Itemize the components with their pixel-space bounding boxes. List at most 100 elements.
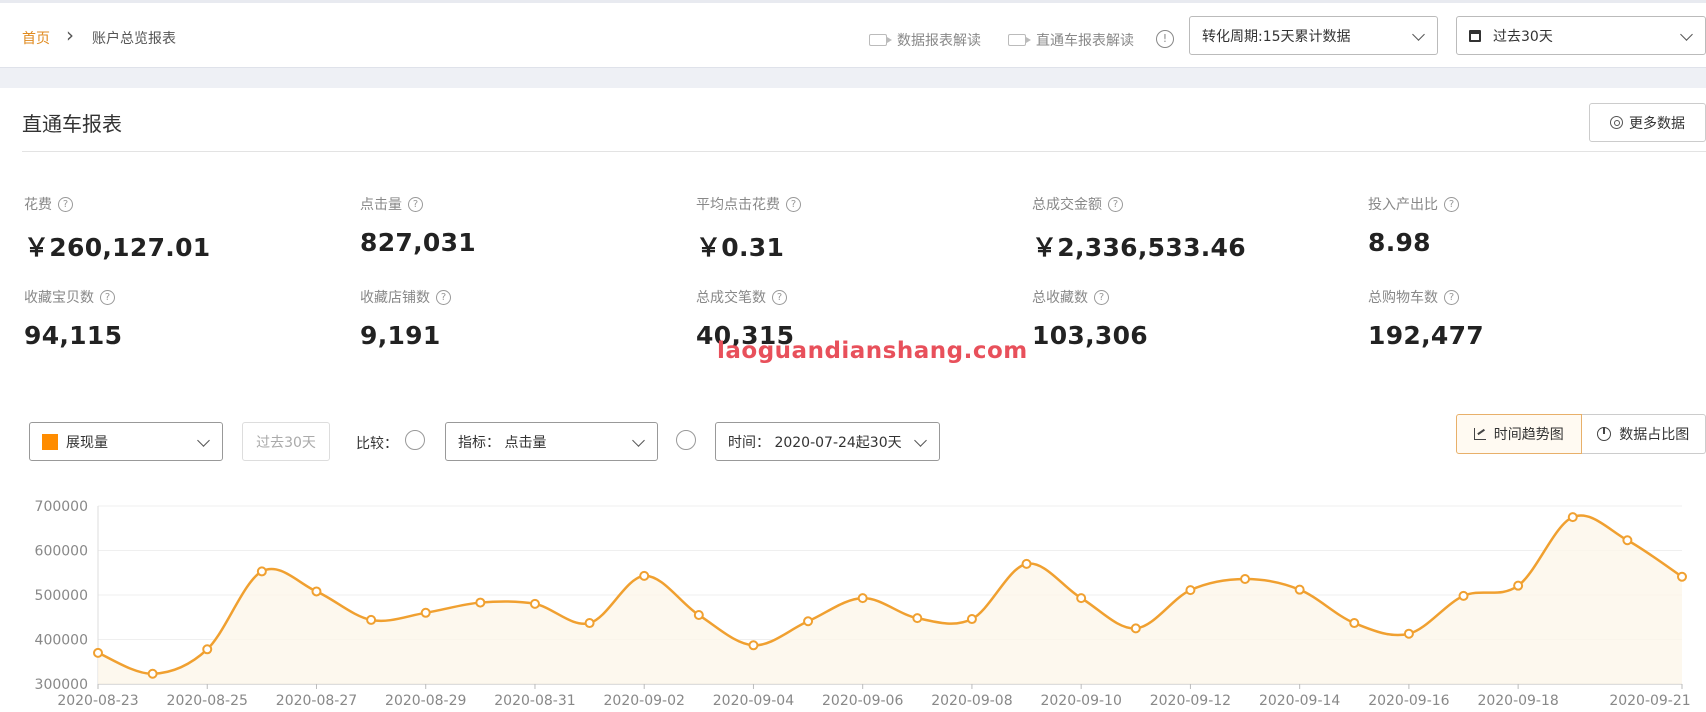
time-select[interactable]: 时间： 2020-07-24起30天 bbox=[715, 422, 940, 461]
data-point bbox=[1240, 573, 1251, 584]
help-icon[interactable]: ? bbox=[436, 289, 451, 305]
indicator-select[interactable]: 指标： 点击量 bbox=[445, 422, 658, 461]
metric-select[interactable]: 展现量 bbox=[29, 422, 223, 461]
compare-metric-radio[interactable] bbox=[405, 430, 425, 450]
tab-data-share[interactable]: 数据占比图 bbox=[1581, 414, 1706, 454]
conversion-period-select[interactable]: 转化周期:15天累计数据 bbox=[1189, 16, 1438, 55]
x-tick-label: 2020-09-21 bbox=[1609, 693, 1690, 709]
y-tick-label: 700000 bbox=[35, 499, 88, 515]
x-tick-label: 2020-09-04 bbox=[713, 693, 794, 709]
metric-label: 总购物车数 bbox=[1368, 290, 1438, 306]
x-tick-label: 2020-09-18 bbox=[1477, 693, 1558, 709]
data-point bbox=[912, 613, 923, 624]
y-tick-label: 600000 bbox=[35, 544, 88, 560]
data-point bbox=[639, 570, 650, 581]
chevron-down-icon bbox=[1412, 28, 1425, 41]
data-point bbox=[366, 614, 377, 625]
data-point bbox=[93, 647, 103, 658]
help-icon[interactable]: ? bbox=[100, 289, 115, 305]
x-tick-label: 2020-08-27 bbox=[276, 693, 357, 709]
help-icon[interactable]: ? bbox=[58, 196, 73, 212]
time-select-value: 时间： 2020-07-24起30天 bbox=[728, 434, 902, 451]
calendar-icon bbox=[1469, 29, 1481, 42]
data-point bbox=[1021, 558, 1032, 569]
indicator-select-value: 指标： 点击量 bbox=[458, 434, 547, 451]
help-icon[interactable]: ? bbox=[408, 196, 423, 212]
compare-time-radio[interactable] bbox=[676, 430, 696, 450]
metric-label: 花费 bbox=[24, 197, 52, 213]
metric-value: 192,477 bbox=[1368, 321, 1484, 350]
data-point bbox=[1294, 584, 1305, 595]
data-point bbox=[748, 640, 759, 651]
metric-label: 收藏店铺数 bbox=[360, 290, 430, 306]
y-tick-label: 400000 bbox=[35, 633, 88, 649]
date-range-select[interactable]: 过去30天 bbox=[1456, 16, 1706, 55]
divider bbox=[22, 151, 1706, 152]
data-report-guide-link[interactable]: 数据报表解读 bbox=[869, 30, 981, 50]
help-icon[interactable]: ? bbox=[1094, 289, 1109, 305]
metric-value: 9,191 bbox=[360, 321, 441, 350]
data-point bbox=[1622, 535, 1633, 546]
section-gap bbox=[0, 68, 1706, 88]
help-icon[interactable]: ? bbox=[1444, 289, 1459, 305]
metric-clicks: 点击量? 827,031 bbox=[360, 194, 660, 257]
metric-label: 平均点击花费 bbox=[696, 197, 780, 213]
metric-label: 总成交笔数 bbox=[696, 290, 766, 306]
data-point bbox=[311, 586, 322, 597]
data-point bbox=[256, 566, 267, 577]
x-tick-label: 2020-09-12 bbox=[1150, 693, 1231, 709]
period-disabled-field: 过去30天 bbox=[242, 422, 330, 461]
metric-label: 收藏宝贝数 bbox=[24, 290, 94, 306]
data-point bbox=[1349, 618, 1360, 629]
metric-gmv: 总成交金额? ￥2,336,533.46 bbox=[1032, 194, 1332, 264]
data-point bbox=[1076, 593, 1087, 604]
help-icon[interactable]: ? bbox=[772, 289, 787, 305]
breadcrumb-home[interactable]: 首页 bbox=[22, 28, 50, 48]
top-bar: 首页 › 账户总览报表 数据报表解读 直通车报表解读 ! 转化周期:15天累计数… bbox=[0, 0, 1706, 68]
more-data-label: 更多数据 bbox=[1629, 115, 1685, 132]
chevron-down-icon bbox=[197, 434, 210, 447]
data-report-guide-label: 数据报表解读 bbox=[897, 33, 981, 49]
help-icon[interactable]: ? bbox=[786, 196, 801, 212]
chevron-down-icon bbox=[1680, 28, 1693, 41]
x-tick-label: 2020-08-25 bbox=[167, 693, 248, 709]
help-icon[interactable]: ? bbox=[1444, 196, 1459, 212]
data-point bbox=[1513, 580, 1524, 591]
metric-value: ￥260,127.01 bbox=[24, 233, 211, 262]
compare-label: 比较： bbox=[356, 436, 398, 452]
data-point bbox=[584, 618, 595, 629]
data-point bbox=[1185, 585, 1196, 596]
metric-avg-cpc: 平均点击花费? ￥0.31 bbox=[696, 194, 996, 264]
data-point bbox=[857, 593, 868, 604]
data-point bbox=[1677, 571, 1687, 582]
conversion-period-value: 转化周期:15天累计数据 bbox=[1202, 28, 1351, 45]
metric-value: 827,031 bbox=[360, 228, 476, 257]
help-icon[interactable]: ? bbox=[1108, 196, 1123, 212]
chevron-down-icon bbox=[632, 434, 645, 447]
series-color-swatch bbox=[42, 433, 58, 450]
ztc-report-guide-link[interactable]: 直通车报表解读 bbox=[1008, 30, 1134, 50]
data-point bbox=[803, 616, 814, 627]
metric-total-favorites: 总收藏数? 103,306 bbox=[1032, 287, 1332, 350]
x-tick-label: 2020-08-23 bbox=[57, 693, 138, 709]
tab-time-trend[interactable]: 时间趋势图 bbox=[1456, 414, 1582, 454]
data-point bbox=[475, 597, 486, 608]
metric-select-value: 展现量 bbox=[66, 434, 108, 451]
info-icon[interactable]: ! bbox=[1156, 30, 1174, 48]
metric-value: ￥0.31 bbox=[696, 233, 785, 262]
breadcrumb-current: 账户总览报表 bbox=[92, 31, 176, 47]
metric-label: 总收藏数 bbox=[1032, 290, 1088, 306]
data-point bbox=[1458, 590, 1469, 601]
metric-shop-favorites: 收藏店铺数? 9,191 bbox=[360, 287, 660, 350]
section-title: 直通车报表 bbox=[22, 112, 122, 136]
gear-icon bbox=[1610, 116, 1623, 129]
line-chart-icon bbox=[1473, 428, 1486, 440]
y-tick-label: 500000 bbox=[35, 588, 88, 604]
chevron-down-icon bbox=[914, 434, 927, 447]
metric-value: 94,115 bbox=[24, 321, 123, 350]
data-point bbox=[1567, 512, 1578, 523]
data-point bbox=[1130, 623, 1141, 634]
x-tick-label: 2020-09-02 bbox=[604, 693, 685, 709]
data-point bbox=[693, 610, 704, 621]
more-data-button[interactable]: 更多数据 bbox=[1589, 103, 1706, 142]
